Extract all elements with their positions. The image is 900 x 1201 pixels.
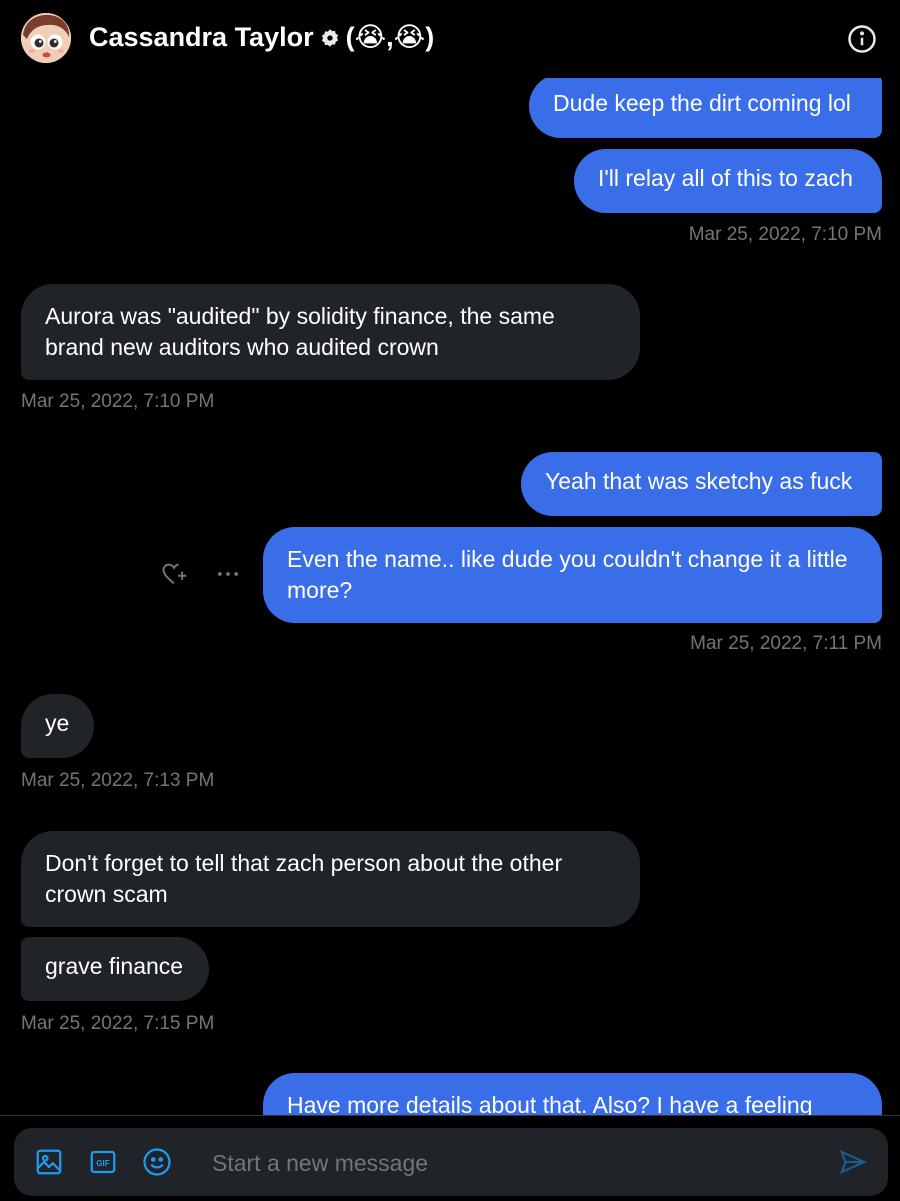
contact-name-emoji: (😭,😭) [345,22,435,52]
composer-bar: GIF [0,1115,900,1201]
message-bubble-outgoing[interactable]: Yeah that was sketchy as fuck [521,452,882,516]
message-bubble-outgoing[interactable]: Have more details about that. Also? I ha… [263,1073,882,1115]
conversation-header: Cassandra Taylor (😭,😭) [0,0,900,78]
composer: GIF [14,1128,888,1196]
message-timestamp: Mar 25, 2022, 7:10 PM [21,391,215,412]
message-bubble-outgoing[interactable]: Even the name.. like dude you couldn't c… [263,527,882,623]
more-options-icon[interactable] [214,560,242,588]
image-icon[interactable] [34,1147,64,1177]
message-timestamp: Mar 25, 2022, 7:11 PM [690,633,882,654]
message-bubble-outgoing[interactable]: Dude keep the dirt coming lol [529,74,882,138]
info-icon[interactable] [847,24,877,54]
conversation-title[interactable]: Cassandra Taylor (😭,😭) [89,22,434,53]
message-bubble-incoming[interactable]: Don't forget to tell that zach person ab… [21,831,640,927]
message-bubble-outgoing[interactable]: I'll relay all of this to zach [574,149,882,213]
send-icon[interactable] [838,1147,868,1177]
avatar[interactable] [21,13,71,63]
emoji-icon[interactable] [142,1147,172,1177]
message-timestamp: Mar 25, 2022, 7:15 PM [21,1013,215,1034]
react-heart-icon[interactable] [160,560,188,588]
message-bubble-incoming[interactable]: ye [21,694,94,758]
message-input[interactable] [210,1146,814,1180]
svg-text:GIF: GIF [96,1159,110,1168]
message-bubble-incoming[interactable]: grave finance [21,937,209,1001]
contact-name: Cassandra Taylor [89,22,314,52]
message-thread[interactable]: Dude keep the dirt coming lol I'll relay… [0,0,900,1115]
verified-badge-icon [320,28,340,48]
message-timestamp: Mar 25, 2022, 7:13 PM [21,770,215,791]
message-actions [160,560,242,588]
message-bubble-incoming[interactable]: Aurora was "audited" by solidity finance… [21,284,640,380]
gif-icon[interactable]: GIF [88,1147,118,1177]
message-timestamp: Mar 25, 2022, 7:10 PM [688,224,882,245]
